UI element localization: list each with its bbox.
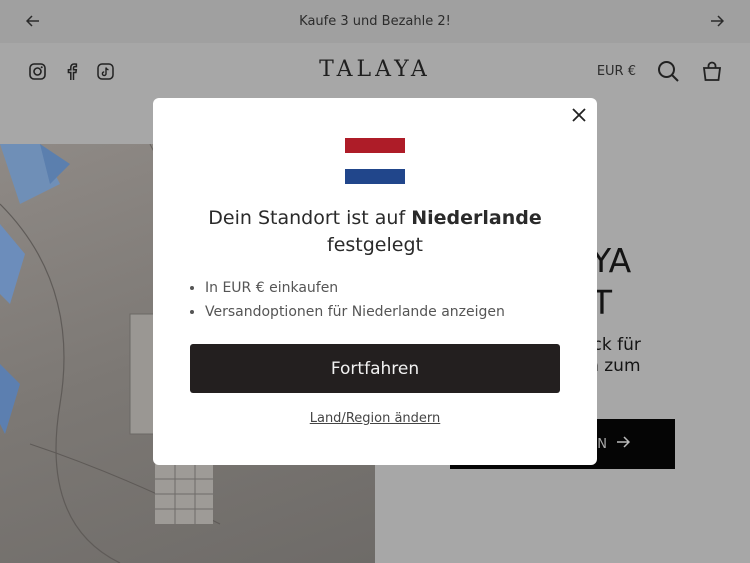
- list-item: In EUR € einkaufen: [205, 276, 505, 300]
- flag-stripe-blue: [345, 168, 405, 184]
- netherlands-flag-icon: [345, 138, 405, 184]
- cart-bag-icon[interactable]: [700, 59, 724, 83]
- flag-stripe-red: [345, 138, 405, 154]
- currency-selector[interactable]: EUR €: [597, 64, 636, 79]
- modal-title: Dein Standort ist auf Niederlande festge…: [153, 205, 597, 259]
- announcement-bar: Kaufe 3 und Bezahle 2!: [0, 0, 750, 43]
- location-modal: Dein Standort ist auf Niederlande festge…: [153, 98, 597, 465]
- modal-title-country: Niederlande: [411, 207, 542, 229]
- search-icon[interactable]: [656, 59, 680, 83]
- arrow-right-icon: [616, 436, 631, 452]
- modal-title-suffix: festgelegt: [327, 234, 423, 256]
- continue-button[interactable]: Fortfahren: [190, 344, 560, 393]
- previous-announcement-arrow-icon[interactable]: [23, 11, 43, 31]
- modal-title-prefix: Dein Standort ist auf: [208, 207, 406, 229]
- list-item: Versandoptionen für Niederlande anzeigen: [205, 300, 505, 324]
- header-actions: EUR €: [597, 59, 724, 83]
- announcement-text: Kaufe 3 und Bezahle 2!: [299, 14, 451, 29]
- flag-stripe-white: [345, 153, 405, 169]
- change-region-link[interactable]: Land/Region ändern: [153, 411, 597, 426]
- modal-benefits-list: In EUR € einkaufen Versandoptionen für N…: [205, 276, 505, 324]
- next-announcement-arrow-icon[interactable]: [707, 11, 727, 31]
- close-icon[interactable]: [570, 106, 588, 124]
